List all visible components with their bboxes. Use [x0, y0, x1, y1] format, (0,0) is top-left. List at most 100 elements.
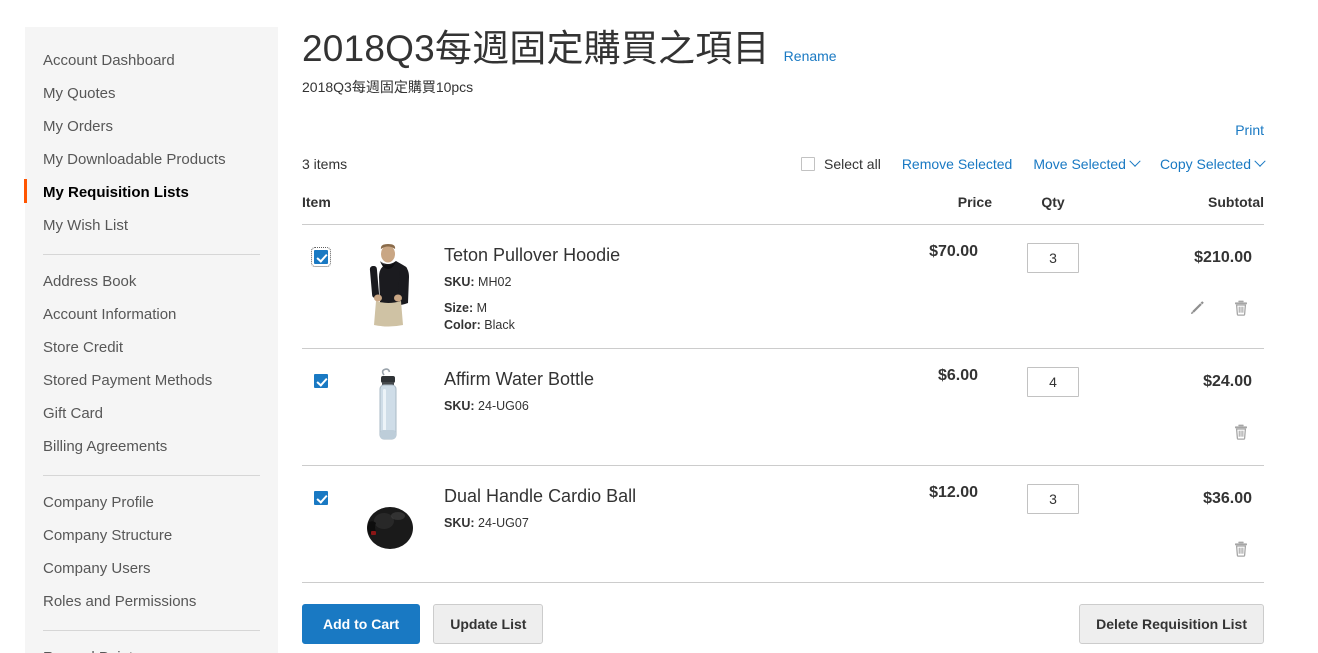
print-link[interactable]: Print — [1235, 122, 1264, 138]
cell-subtotal: $24.00 — [1114, 348, 1264, 466]
sidebar-item-store-credit[interactable]: Store Credit — [25, 332, 278, 365]
move-selected-label: Move Selected — [1033, 156, 1126, 172]
chevron-down-icon — [1129, 155, 1141, 167]
item-option-value: Black — [484, 318, 515, 332]
qty-input[interactable] — [1027, 484, 1079, 514]
title-row: 2018Q3每週固定購買之項目 Rename — [302, 27, 1264, 71]
row-actions — [1115, 299, 1252, 317]
add-to-cart-button[interactable]: Add to Cart — [302, 604, 421, 644]
product-name-link[interactable]: Teton Pullover Hoodie — [444, 244, 620, 266]
item-layout: Dual Handle Cardio Ball SKU: 24-UG07 — [314, 484, 861, 568]
item-sku-value: 24-UG07 — [478, 516, 529, 530]
cell-item: Dual Handle Cardio Ball SKU: 24-UG07 — [302, 465, 862, 583]
product-thumbnail[interactable] — [354, 367, 422, 451]
row-checkbox[interactable] — [314, 374, 328, 388]
requisition-list-description: 2018Q3每週固定購買10pcs — [302, 79, 474, 95]
sidebar-group-0: Account Dashboard My Quotes My Orders My Do… — [24, 45, 278, 243]
sidebar-item-billing-agreements[interactable]: Billing Agreements — [25, 431, 278, 464]
sidebar-item-my-downloadable-products[interactable]: My Downloadable Products — [25, 144, 278, 177]
item-sku: SKU: MH02 — [444, 274, 620, 291]
cell-price: $70.00 — [862, 224, 992, 349]
product-name-link[interactable]: Dual Handle Cardio Ball — [444, 485, 636, 507]
column-header-item: Item — [302, 194, 862, 225]
row-checkbox[interactable] — [311, 247, 331, 267]
copy-selected-label: Copy Selected — [1159, 156, 1251, 172]
cell-price: $6.00 — [862, 348, 992, 466]
sidebar-item-account-dashboard[interactable]: Account Dashboard — [25, 45, 278, 78]
delete-trash-icon[interactable] — [1232, 423, 1250, 441]
item-sku: SKU: 24-UG07 — [444, 515, 636, 532]
subtotal-value: $24.00 — [1203, 373, 1252, 390]
cell-qty — [992, 465, 1114, 583]
edit-pencil-icon[interactable] — [1188, 299, 1206, 317]
table-row: Teton Pullover Hoodie SKU: MH02 Size: M Col… — [302, 224, 1264, 349]
sidebar-item-gift-card[interactable]: Gift Card — [25, 398, 278, 431]
delete-trash-icon[interactable] — [1232, 299, 1250, 317]
column-header-price: Price — [862, 194, 992, 225]
product-thumbnail[interactable] — [354, 484, 422, 568]
sidebar-item-my-requisition-lists[interactable]: My Requisition Lists — [24, 177, 278, 210]
footer-actions: Add to Cart Update List Delete Requisiti… — [302, 604, 1264, 644]
chevron-down-icon — [1254, 155, 1266, 167]
table-body: Teton Pullover Hoodie SKU: MH02 Size: M Col… — [302, 224, 1264, 583]
product-name-link[interactable]: Affirm Water Bottle — [444, 368, 594, 390]
list-toolbar: 3 items Select all Remove Selected Move … — [302, 153, 1266, 175]
subtotal-value: $36.00 — [1203, 490, 1252, 507]
delete-trash-icon[interactable] — [1232, 540, 1250, 558]
main-content: 2018Q3每週固定購買之項目 Rename 2018Q3每週固定購買10pcs… — [302, 27, 1266, 644]
sidebar-item-stored-payment-methods[interactable]: Stored Payment Methods — [25, 365, 278, 398]
sidebar-group-1: Address Book Account Information Store Cre… — [25, 266, 278, 464]
sidebar-item-company-structure[interactable]: Company Structure — [25, 520, 278, 553]
sidebar-item-company-users[interactable]: Company Users — [25, 553, 278, 586]
table-header-row: Item Price Qty Subtotal — [302, 194, 1264, 225]
item-layout: Teton Pullover Hoodie SKU: MH02 Size: M Col… — [311, 243, 861, 334]
select-all-checkbox[interactable] — [801, 157, 815, 171]
column-header-subtotal: Subtotal — [1114, 194, 1264, 225]
remove-selected-label: Remove Selected — [901, 156, 1013, 172]
sidebar-item-company-profile[interactable]: Company Profile — [25, 487, 278, 520]
sidebar-item-reward-points[interactable]: Reward Points — [25, 642, 278, 653]
account-sidebar: Account Dashboard My Quotes My Orders My Do… — [24, 27, 278, 653]
sidebar-item-my-orders[interactable]: My Orders — [25, 111, 278, 144]
item-info: Affirm Water Bottle SKU: 24-UG06 — [444, 367, 594, 415]
column-header-qty: Qty — [992, 194, 1114, 225]
sidebar-item-address-book[interactable]: Address Book — [25, 266, 278, 299]
print-row: Print — [302, 122, 1264, 140]
qty-input[interactable] — [1027, 367, 1079, 397]
sidebar-item-account-information[interactable]: Account Information — [25, 299, 278, 332]
table-head: Item Price Qty Subtotal — [302, 194, 1264, 225]
item-option-value: M — [476, 301, 488, 315]
sidebar-divider — [43, 254, 260, 255]
row-select-column — [311, 243, 354, 269]
row-actions — [1115, 423, 1252, 441]
cell-qty — [992, 224, 1114, 349]
sidebar-item-my-quotes[interactable]: My Quotes — [25, 78, 278, 111]
toolbar-actions: Select all Remove Selected Move Selected… — [801, 155, 1266, 172]
table-row: Dual Handle Cardio Ball SKU: 24-UG07 $12.0… — [302, 465, 1264, 583]
update-list-button[interactable]: Update List — [433, 604, 544, 644]
item-sku: SKU: 24-UG06 — [444, 398, 594, 415]
item-sku-label: SKU: — [444, 516, 475, 530]
page-title: 2018Q3每週固定購買之項目 — [302, 28, 770, 69]
sidebar-item-roles-and-permissions[interactable]: Roles and Permissions — [25, 586, 278, 619]
cell-item: Affirm Water Bottle SKU: 24-UG06 — [302, 348, 862, 466]
remove-selected-button[interactable]: Remove Selected — [902, 156, 1013, 172]
product-thumbnail[interactable] — [354, 243, 422, 327]
requisition-items-table: Item Price Qty Subtotal Teton Pullover H… — [302, 194, 1264, 583]
item-sku-value: 24-UG06 — [478, 399, 529, 413]
sidebar-item-my-wish-list[interactable]: My Wish List — [25, 210, 278, 243]
items-count: 3 items — [302, 156, 348, 172]
item-info: Dual Handle Cardio Ball SKU: 24-UG07 — [444, 484, 636, 532]
move-selected-dropdown[interactable]: Move Selected — [1033, 155, 1141, 172]
copy-selected-dropdown[interactable]: Copy Selected — [1159, 155, 1266, 172]
cell-subtotal: $210.00 — [1114, 224, 1264, 349]
item-sku-label: SKU: — [444, 399, 475, 413]
select-all-label: Select all — [824, 156, 881, 172]
table-row: Affirm Water Bottle SKU: 24-UG06 $6.00 $24.… — [302, 348, 1264, 466]
row-checkbox[interactable] — [314, 491, 328, 505]
select-all-control[interactable]: Select all — [801, 156, 881, 172]
qty-input[interactable] — [1027, 243, 1079, 273]
rename-link[interactable]: Rename — [784, 48, 837, 64]
delete-requisition-list-button[interactable]: Delete Requisition List — [1079, 604, 1264, 644]
item-option-label: Color: — [444, 318, 481, 332]
